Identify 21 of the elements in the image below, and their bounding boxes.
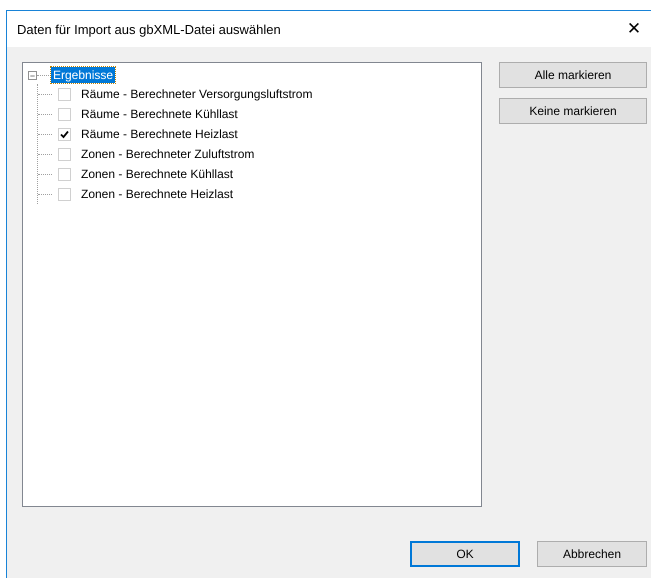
checkbox[interactable] bbox=[58, 168, 71, 180]
tree-item-label[interactable]: Räume - Berechnete Kühllast bbox=[81, 107, 238, 121]
tree-item-label[interactable]: Räume - Berechneter Versorgungsluftstrom bbox=[81, 87, 312, 101]
close-button[interactable]: ✕ bbox=[617, 11, 651, 47]
check-icon bbox=[60, 130, 69, 138]
checkbox[interactable] bbox=[58, 148, 71, 160]
mark-button[interactable]: Alle markieren bbox=[499, 62, 647, 88]
window-title: Daten für Import aus gbXML-Datei auswählen bbox=[17, 22, 281, 36]
checkbox[interactable] bbox=[58, 88, 71, 100]
collapse-toggle[interactable]: − bbox=[28, 70, 37, 80]
dialog-button[interactable]: OK bbox=[410, 541, 520, 567]
tree-item-label[interactable]: Zonen - Berechnete Heizlast bbox=[81, 187, 234, 201]
tree-item-label[interactable]: Zonen - Berechneter Zuluftstrom bbox=[81, 147, 254, 161]
tree-item[interactable]: Ergebnisse bbox=[51, 67, 116, 83]
checkbox[interactable] bbox=[58, 128, 71, 140]
mark-button[interactable]: Keine markieren bbox=[499, 98, 647, 124]
tree-item-label[interactable]: Räume - Berechnete Heizlast bbox=[81, 127, 238, 141]
tree-item-label[interactable]: Zonen - Berechnete Kühllast bbox=[81, 167, 234, 181]
checkbox[interactable] bbox=[58, 108, 71, 120]
dialog-button[interactable]: Abbrechen bbox=[537, 541, 647, 567]
checkbox[interactable] bbox=[58, 188, 71, 200]
